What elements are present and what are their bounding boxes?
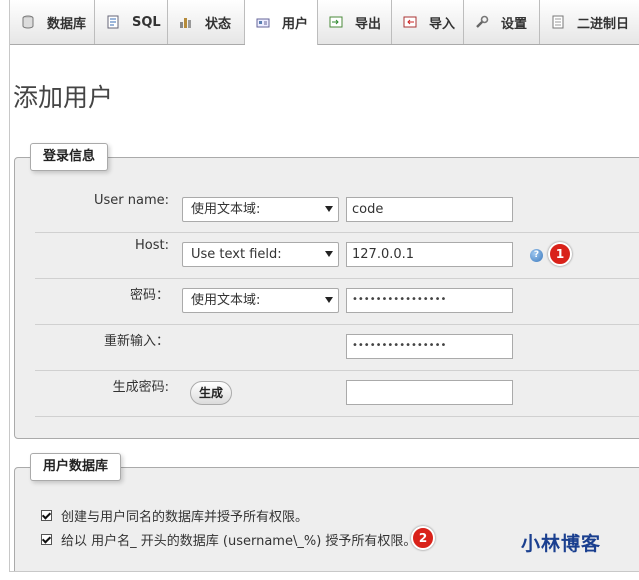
tab-label: 导出 [355, 16, 382, 32]
tab-databases[interactable]: 数据库 [10, 0, 95, 44]
sql-icon [107, 15, 119, 29]
export-icon [329, 16, 343, 28]
checkbox-row-prefix-db[interactable]: 给以 用户名_ 开头的数据库 (username\_%) 授予所有权限。 [41, 530, 417, 549]
database-icon [22, 15, 34, 29]
checkbox-label: 创建与用户同名的数据库并授予所有权限。 [61, 509, 309, 525]
binlog-icon [552, 15, 564, 29]
retype-row: 重新输入： •••••••••••••••• [35, 324, 639, 371]
tab-export[interactable]: 导出 [318, 0, 392, 44]
select-value: Use text field: [191, 247, 282, 262]
tab-sql[interactable]: SQL [95, 0, 168, 44]
tab-label: 设置 [501, 16, 528, 32]
user-database-fieldset: 创建与用户同名的数据库并授予所有权限。 给以 用户名_ 开头的数据库 (user… [14, 467, 639, 571]
retype-label: 重新输入： [103, 334, 169, 349]
login-info-legend: 登录信息 [30, 143, 109, 171]
tab-import[interactable]: 导入 [392, 0, 464, 44]
tab-label: 用户 [282, 17, 309, 32]
tab-binlog[interactable]: 二进制日 [540, 0, 639, 44]
checkbox-row-same-name-db[interactable]: 创建与用户同名的数据库并授予所有权限。 [41, 506, 309, 525]
tab-status[interactable]: 状态 [168, 0, 245, 44]
annotation-marker-1: 1 [548, 242, 572, 266]
generated-password-input[interactable] [346, 380, 513, 405]
watermark-logo: 小林博客 [521, 533, 602, 555]
main-frame: 数据库 SQL 状态 用户 导出 导入 设置 二进制日 添加用户 User na… [9, 0, 639, 572]
tab-label: 二进制日 [577, 16, 630, 32]
wrench-icon [476, 15, 489, 28]
tab-label: 数据库 [47, 16, 87, 32]
users-icon [256, 18, 270, 27]
username-label: User name: [93, 193, 169, 208]
tab-settings[interactable]: 设置 [464, 0, 540, 44]
username-input[interactable]: code [346, 197, 513, 222]
host-input[interactable]: 127.0.0.1 [346, 242, 513, 267]
host-type-select[interactable]: Use text field: [182, 242, 339, 267]
password-type-select[interactable]: 使用文本域: [182, 288, 339, 313]
generate-password-button[interactable]: 生成 [190, 381, 232, 405]
select-value: 使用文本域: [191, 202, 261, 217]
import-icon [403, 16, 417, 28]
username-type-select[interactable]: 使用文本域: [182, 197, 339, 222]
status-icon [180, 18, 191, 28]
dropdown-arrow-icon [325, 251, 333, 257]
tab-label: SQL [132, 14, 161, 30]
password-label: 密码： [129, 288, 169, 303]
password-row: 密码： 使用文本域: •••••••••••••••• [35, 278, 639, 325]
help-icon[interactable]: ? [530, 249, 543, 262]
checkbox[interactable] [41, 533, 52, 545]
host-row: Host: Use text field: 127.0.0.1 ? 1 [35, 232, 639, 279]
page-title: 添加用户 [13, 83, 114, 112]
tab-label: 导入 [429, 16, 456, 32]
annotation-marker-2: 2 [411, 526, 435, 550]
password-input[interactable]: •••••••••••••••• [346, 288, 513, 313]
dropdown-arrow-icon [325, 297, 333, 303]
user-database-legend: 用户数据库 [30, 453, 122, 481]
checkbox-label: 给以 用户名_ 开头的数据库 (username\_%) 授予所有权限。 [61, 533, 417, 549]
select-value: 使用文本域: [191, 293, 261, 308]
generate-row: 生成密码: 生成 [35, 370, 639, 417]
checkbox[interactable] [41, 509, 52, 521]
dropdown-arrow-icon [325, 206, 333, 212]
tab-label: 状态 [205, 16, 232, 32]
login-info-fieldset: User name: 使用文本域: code Host: Use text fi… [14, 157, 639, 439]
retype-password-input[interactable]: •••••••••••••••• [346, 334, 513, 359]
tab-users[interactable]: 用户 [245, 0, 318, 45]
host-label: Host: [135, 238, 169, 253]
username-row: User name: 使用文本域: code [35, 186, 639, 233]
top-tab-bar: 数据库 SQL 状态 用户 导出 导入 设置 二进制日 [10, 0, 639, 45]
generate-label: 生成密码: [112, 380, 169, 395]
